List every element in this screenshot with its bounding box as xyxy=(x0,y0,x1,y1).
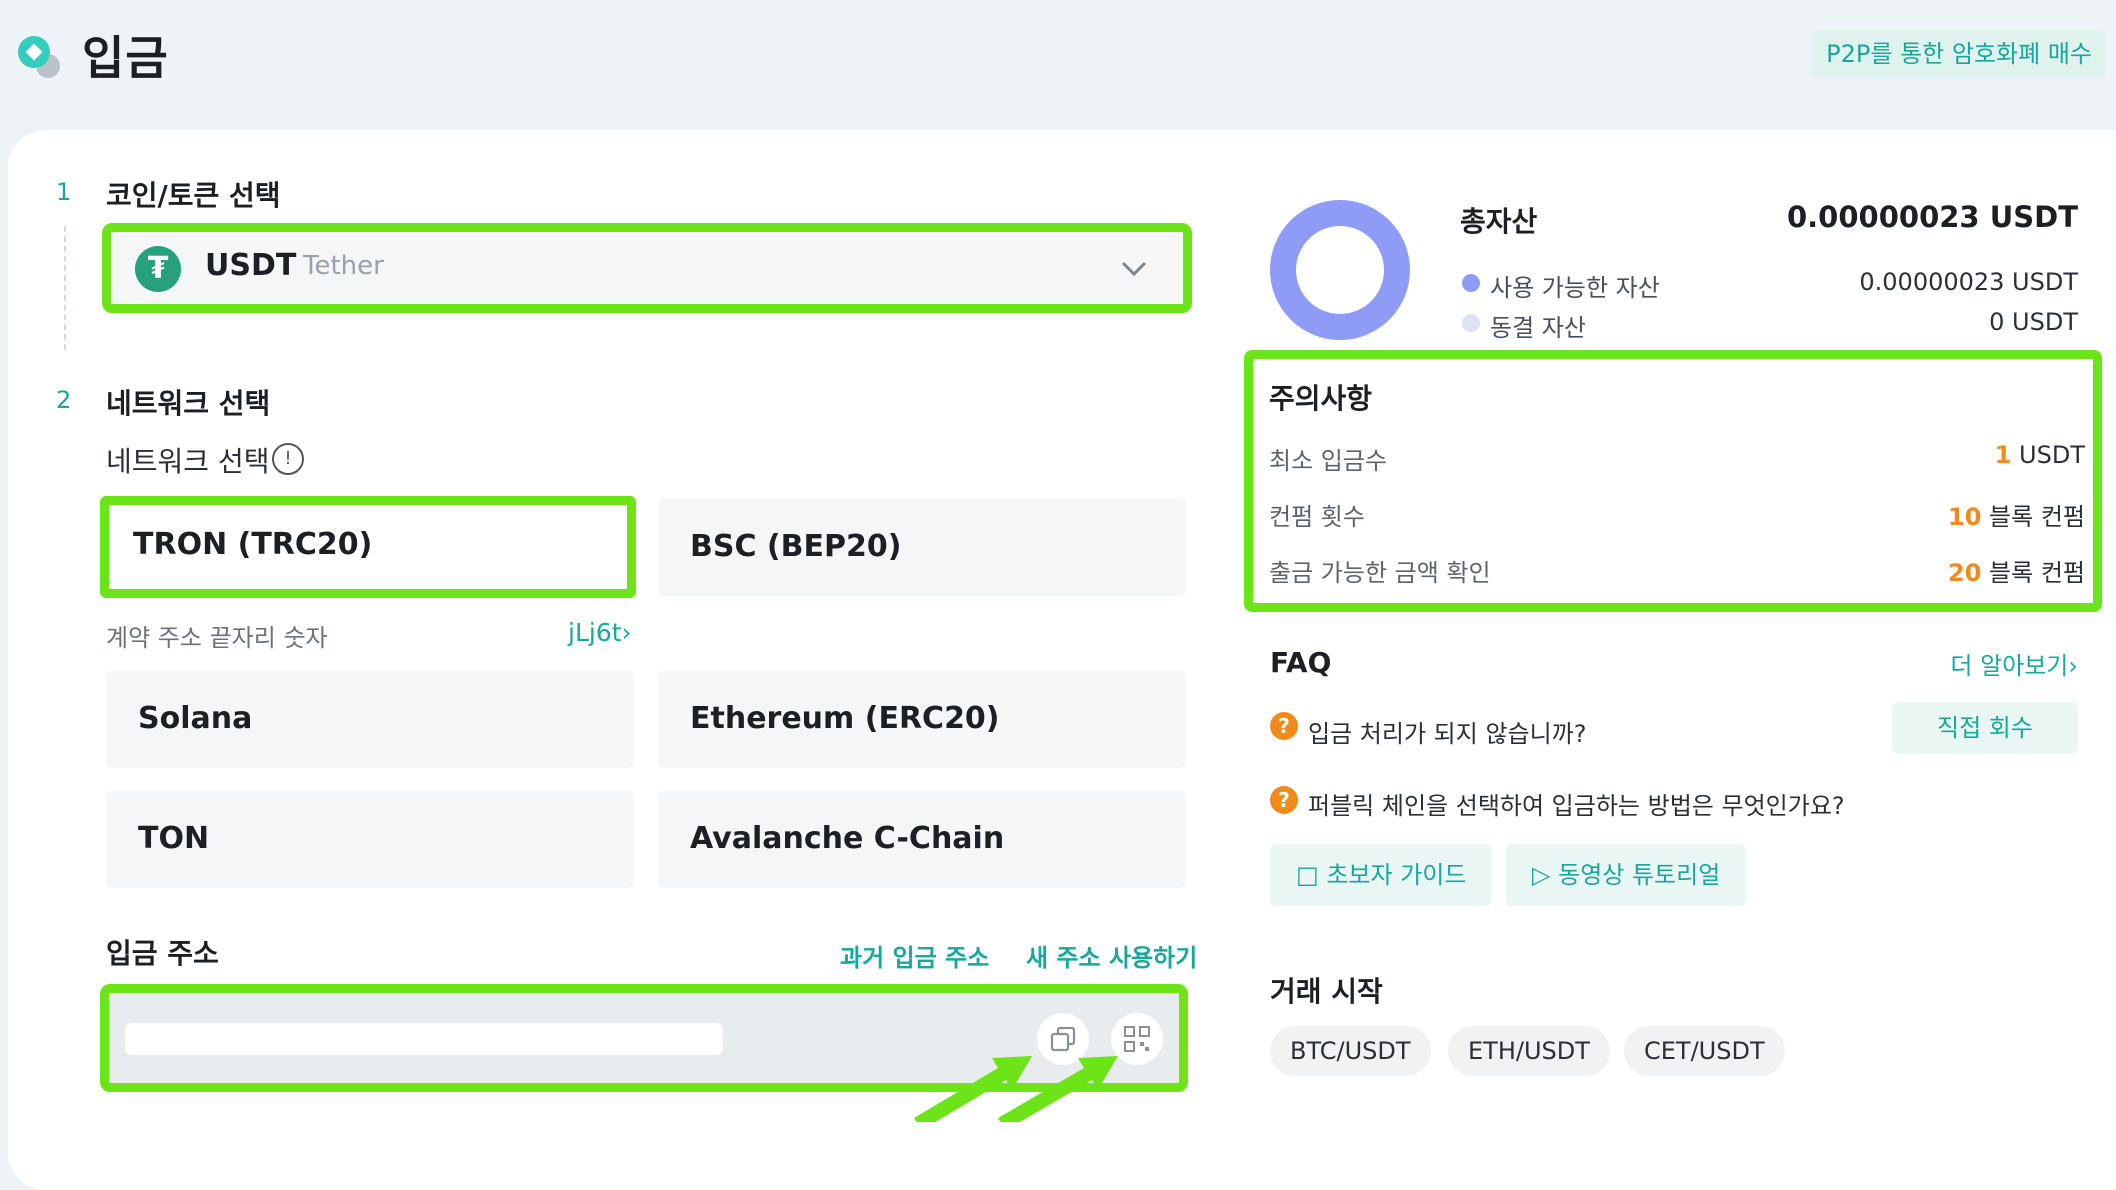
frozen-dot-icon xyxy=(1462,314,1480,332)
faq-title: FAQ xyxy=(1270,646,1332,679)
beginner-guide-button[interactable]: □ 초보자 가이드 xyxy=(1270,844,1493,906)
question-icon: ? xyxy=(1270,712,1298,740)
withdrawable-check-value: 20 블록 컨펌 xyxy=(1948,559,2085,587)
new-address-link[interactable]: 새 주소 사용하기 xyxy=(1026,938,1197,973)
network-option-avalanche[interactable]: Avalanche C-Chain xyxy=(658,790,1186,888)
step-connector xyxy=(64,226,66,350)
info-icon[interactable]: ! xyxy=(272,443,304,475)
network-option-solana[interactable]: Solana xyxy=(106,670,634,768)
step-1-number: 1 xyxy=(56,178,72,206)
notice-title: 주의사항 xyxy=(1269,382,1373,415)
coin-select[interactable]: ₮ USDT Tether xyxy=(102,223,1192,313)
available-dot-icon xyxy=(1462,274,1480,292)
network-option-ton[interactable]: TON xyxy=(106,790,634,888)
min-deposit-value: 1 USDT xyxy=(1994,441,2085,469)
confirmations-label: 컨펌 횟수 xyxy=(1269,503,1365,531)
book-icon: □ xyxy=(1296,861,1319,889)
coin-symbol: USDT xyxy=(205,248,297,283)
tether-icon: ₮ xyxy=(135,246,181,292)
step-2-title: 네트워크 선택 xyxy=(106,387,271,420)
app-logo xyxy=(12,32,64,84)
contract-address-link[interactable]: jLj6t› xyxy=(568,618,632,647)
frozen-assets-value: 0 USDT xyxy=(1989,308,2078,336)
start-trading-title: 거래 시작 xyxy=(1270,975,1383,1008)
page-title: 입금 xyxy=(82,31,169,85)
frozen-assets-label: 동결 자산 xyxy=(1490,314,1586,342)
coin-name: Tether xyxy=(303,251,384,281)
faq-more-link[interactable]: 더 알아보기› xyxy=(1950,646,2078,681)
faq-question-1[interactable]: 입금 처리가 되지 않습니까? xyxy=(1308,714,1587,749)
pair-cet-usdt[interactable]: CET/USDT xyxy=(1624,1026,1785,1076)
min-deposit-label: 최소 입금수 xyxy=(1269,447,1388,475)
network-option-ethereum[interactable]: Ethereum (ERC20) xyxy=(658,670,1186,768)
confirmations-value: 10 블록 컨펌 xyxy=(1948,503,2085,531)
deposit-address-title: 입금 주소 xyxy=(106,937,219,970)
available-assets-label: 사용 가능한 자산 xyxy=(1490,274,1660,302)
question-icon: ? xyxy=(1270,786,1298,814)
self-recovery-button[interactable]: 직접 회수 xyxy=(1892,702,2078,754)
contract-address-label: 계약 주소 끝자리 숫자 xyxy=(106,624,328,652)
chevron-down-icon xyxy=(1121,250,1147,285)
faq-question-2[interactable]: 퍼블릭 체인을 선택하여 입금하는 방법은 무엇인가요? xyxy=(1308,786,1845,821)
available-assets-value: 0.00000023 USDT xyxy=(1859,268,2078,296)
total-assets-title: 총자산 xyxy=(1460,205,1538,238)
pair-eth-usdt[interactable]: ETH/USDT xyxy=(1448,1026,1610,1076)
network-option-bsc[interactable]: BSC (BEP20) xyxy=(658,498,1186,596)
play-icon: ▷ xyxy=(1532,861,1551,889)
deposit-address-field[interactable] xyxy=(125,1023,723,1055)
asset-donut-chart xyxy=(1270,200,1410,340)
total-assets-value: 0.00000023 USDT xyxy=(1786,200,2078,234)
withdrawable-check-label: 출금 가능한 금액 확인 xyxy=(1269,559,1491,587)
network-label: 네트워크 선택 xyxy=(106,445,270,478)
annotation-arrows xyxy=(914,1056,1118,1122)
step-1-title: 코인/토큰 선택 xyxy=(106,179,281,212)
beginner-guide-label: 초보자 가이드 xyxy=(1326,861,1467,889)
p2p-buy-button[interactable]: P2P를 통한 암호화폐 매수 xyxy=(1812,30,2106,78)
pair-btc-usdt[interactable]: BTC/USDT xyxy=(1270,1026,1431,1076)
notice-box: 주의사항 최소 입금수 1 USDT 컨펌 횟수 10 블록 컨펌 출금 가능한… xyxy=(1244,350,2102,612)
step-2-number: 2 xyxy=(56,386,72,414)
video-tutorial-label: 동영상 튜토리얼 xyxy=(1558,861,1721,889)
video-tutorial-button[interactable]: ▷ 동영상 튜토리얼 xyxy=(1506,844,1747,906)
past-address-link[interactable]: 과거 입금 주소 xyxy=(840,938,989,973)
network-option-tron[interactable]: TRON (TRC20) xyxy=(100,496,636,598)
